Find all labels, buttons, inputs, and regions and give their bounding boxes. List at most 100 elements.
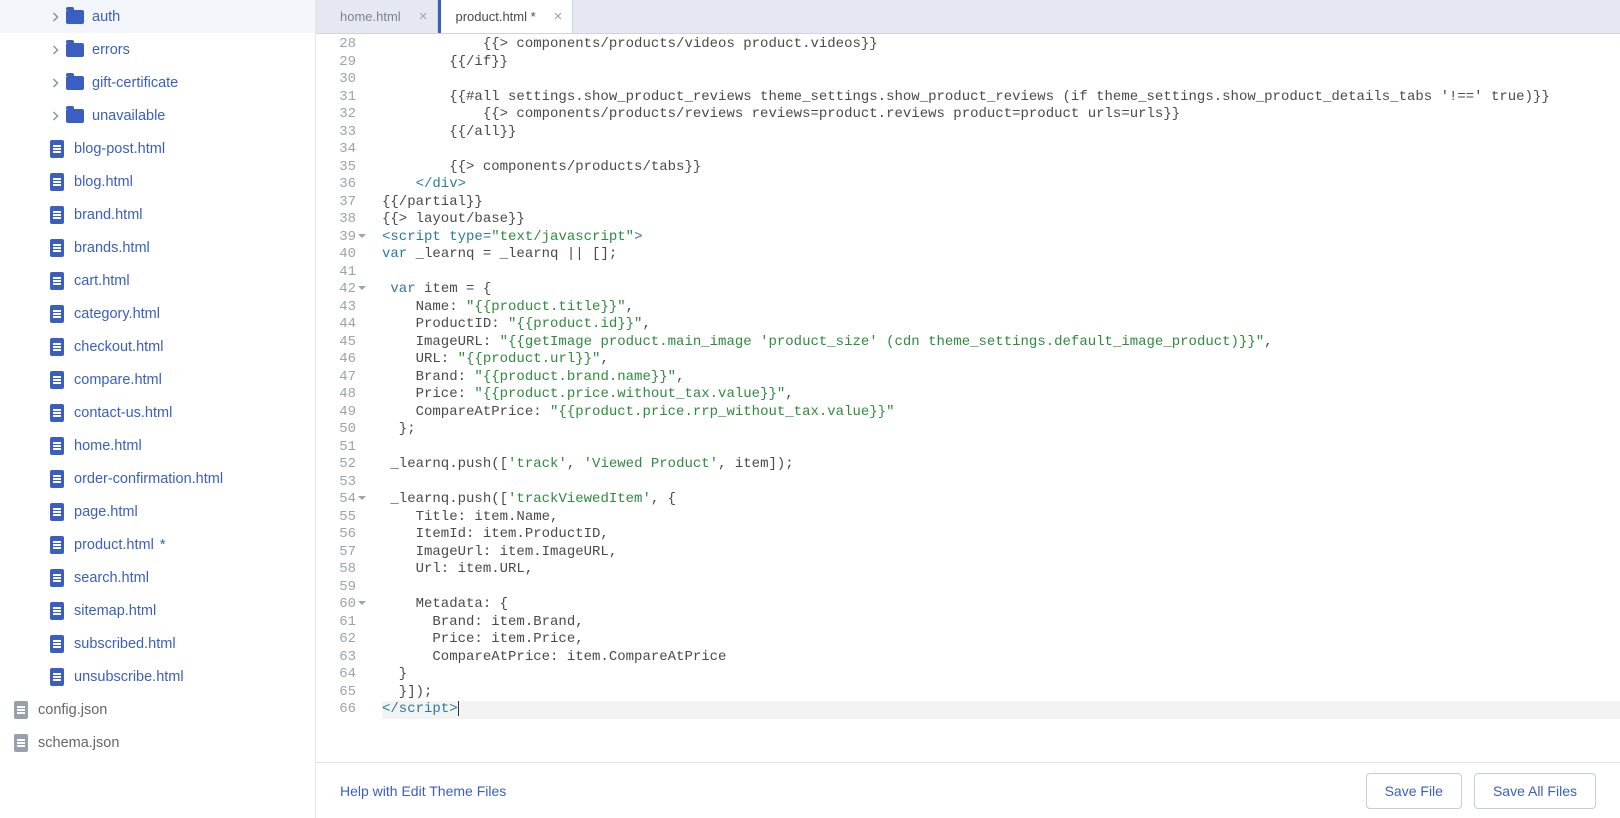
file-icon <box>50 239 64 257</box>
tab-product-html-[interactable]: product.html * × <box>438 0 573 33</box>
code-editor[interactable]: 2829303132333435363738394041424344454647… <box>316 34 1620 762</box>
caret-icon <box>50 111 60 121</box>
folder-label: gift-certificate <box>92 75 178 91</box>
file-product.html[interactable]: product.html * <box>0 528 315 561</box>
folder-icon <box>66 109 84 123</box>
code-line-50[interactable]: }; <box>382 421 1620 439</box>
code-line-60[interactable]: Metadata: { <box>382 596 1620 614</box>
file-compare.html[interactable]: compare.html <box>0 363 315 396</box>
file-category.html[interactable]: category.html <box>0 297 315 330</box>
tab-bar: home.html × product.html * × <box>316 0 1620 34</box>
file-icon <box>50 404 64 422</box>
code-line-41[interactable] <box>382 264 1620 282</box>
code-line-44[interactable]: ProductID: "{{product.id}}", <box>382 316 1620 334</box>
save-file-button[interactable]: Save File <box>1366 773 1462 809</box>
file-page.html[interactable]: page.html <box>0 495 315 528</box>
file-brand.html[interactable]: brand.html <box>0 198 315 231</box>
code-line-42[interactable]: var item = { <box>382 281 1620 299</box>
code-line-49[interactable]: CompareAtPrice: "{{product.price.rrp_wit… <box>382 404 1620 422</box>
code-line-63[interactable]: CompareAtPrice: item.CompareAtPrice <box>382 649 1620 667</box>
file-blog-post.html[interactable]: blog-post.html <box>0 132 315 165</box>
file-brands.html[interactable]: brands.html <box>0 231 315 264</box>
code-line-54[interactable]: _learnq.push(['trackViewedItem', { <box>382 491 1620 509</box>
code-line-46[interactable]: URL: "{{product.url}}", <box>382 351 1620 369</box>
code-line-61[interactable]: Brand: item.Brand, <box>382 614 1620 632</box>
code-line-56[interactable]: ItemId: item.ProductID, <box>382 526 1620 544</box>
code-line-48[interactable]: Price: "{{product.price.without_tax.valu… <box>382 386 1620 404</box>
folder-icon <box>66 43 84 57</box>
code-line-66[interactable]: </script> <box>382 701 1620 719</box>
folder-label: unavailable <box>92 108 165 124</box>
code-line-29[interactable]: {{/if}} <box>382 54 1620 72</box>
file-icon <box>50 206 64 224</box>
code-line-37[interactable]: {{/partial}} <box>382 194 1620 212</box>
code-line-28[interactable]: {{> components/products/videos product.v… <box>382 36 1620 54</box>
save-all-files-button[interactable]: Save All Files <box>1474 773 1596 809</box>
help-link[interactable]: Help with Edit Theme Files <box>340 783 506 799</box>
code-line-47[interactable]: Brand: "{{product.brand.name}}", <box>382 369 1620 387</box>
folder-label: auth <box>92 9 120 25</box>
file-subscribed.html[interactable]: subscribed.html <box>0 627 315 660</box>
file-label: product.html * <box>74 537 165 553</box>
code-line-40[interactable]: var _learnq = _learnq || []; <box>382 246 1620 264</box>
file-cart.html[interactable]: cart.html <box>0 264 315 297</box>
code-line-51[interactable] <box>382 439 1620 457</box>
file-label: brands.html <box>74 240 150 256</box>
code-line-59[interactable] <box>382 579 1620 597</box>
folder-auth[interactable]: auth <box>0 0 315 33</box>
caret-icon <box>50 45 60 55</box>
code-line-43[interactable]: Name: "{{product.title}}", <box>382 299 1620 317</box>
code-line-65[interactable]: }]); <box>382 684 1620 702</box>
file-icon <box>50 602 64 620</box>
code-line-34[interactable] <box>382 141 1620 159</box>
code-line-55[interactable]: Title: item.Name, <box>382 509 1620 527</box>
file-search.html[interactable]: search.html <box>0 561 315 594</box>
caret-icon <box>50 78 60 88</box>
folder-unavailable[interactable]: unavailable <box>0 99 315 132</box>
root-file-config.json[interactable]: config.json <box>0 693 315 726</box>
code-line-35[interactable]: {{> components/products/tabs}} <box>382 159 1620 177</box>
code-line-31[interactable]: {{#all settings.show_product_reviews the… <box>382 89 1620 107</box>
file-order-confirmation.html[interactable]: order-confirmation.html <box>0 462 315 495</box>
file-label: schema.json <box>38 735 119 751</box>
folder-label: errors <box>92 42 130 58</box>
code-line-33[interactable]: {{/all}} <box>382 124 1620 142</box>
root-file-schema.json[interactable]: schema.json <box>0 726 315 759</box>
file-icon <box>50 536 64 554</box>
tab-label: home.html <box>340 9 401 24</box>
file-home.html[interactable]: home.html <box>0 429 315 462</box>
folder-icon <box>66 10 84 24</box>
code-line-64[interactable]: } <box>382 666 1620 684</box>
code-line-45[interactable]: ImageURL: "{{getImage product.main_image… <box>382 334 1620 352</box>
code-line-32[interactable]: {{> components/products/reviews reviews=… <box>382 106 1620 124</box>
code-line-58[interactable]: Url: item.URL, <box>382 561 1620 579</box>
folder-errors[interactable]: errors <box>0 33 315 66</box>
code-line-36[interactable]: </div> <box>382 176 1620 194</box>
code-line-62[interactable]: Price: item.Price, <box>382 631 1620 649</box>
code-line-57[interactable]: ImageUrl: item.ImageURL, <box>382 544 1620 562</box>
file-sitemap.html[interactable]: sitemap.html <box>0 594 315 627</box>
file-contact-us.html[interactable]: contact-us.html <box>0 396 315 429</box>
code-line-52[interactable]: _learnq.push(['track', 'Viewed Product',… <box>382 456 1620 474</box>
code-line-38[interactable]: {{> layout/base}} <box>382 211 1620 229</box>
tab-home-html[interactable]: home.html × <box>326 0 438 33</box>
file-checkout.html[interactable]: checkout.html <box>0 330 315 363</box>
file-label: order-confirmation.html <box>74 471 223 487</box>
code-line-53[interactable] <box>382 474 1620 492</box>
close-icon[interactable]: × <box>554 8 563 25</box>
file-icon <box>50 470 64 488</box>
file-label: blog.html <box>74 174 133 190</box>
file-unsubscribe.html[interactable]: unsubscribe.html <box>0 660 315 693</box>
folder-icon <box>66 76 84 90</box>
code-area[interactable]: {{> components/products/videos product.v… <box>364 34 1620 762</box>
file-label: category.html <box>74 306 160 322</box>
file-label: cart.html <box>74 273 130 289</box>
file-tree-sidebar[interactable]: auth errors gift-certificate unavailable bl… <box>0 0 316 818</box>
code-line-30[interactable] <box>382 71 1620 89</box>
file-blog.html[interactable]: blog.html <box>0 165 315 198</box>
folder-gift-certificate[interactable]: gift-certificate <box>0 66 315 99</box>
close-icon[interactable]: × <box>419 8 428 25</box>
file-label: blog-post.html <box>74 141 165 157</box>
tab-label: product.html * <box>455 9 535 24</box>
code-line-39[interactable]: <script type="text/javascript"> <box>382 229 1620 247</box>
